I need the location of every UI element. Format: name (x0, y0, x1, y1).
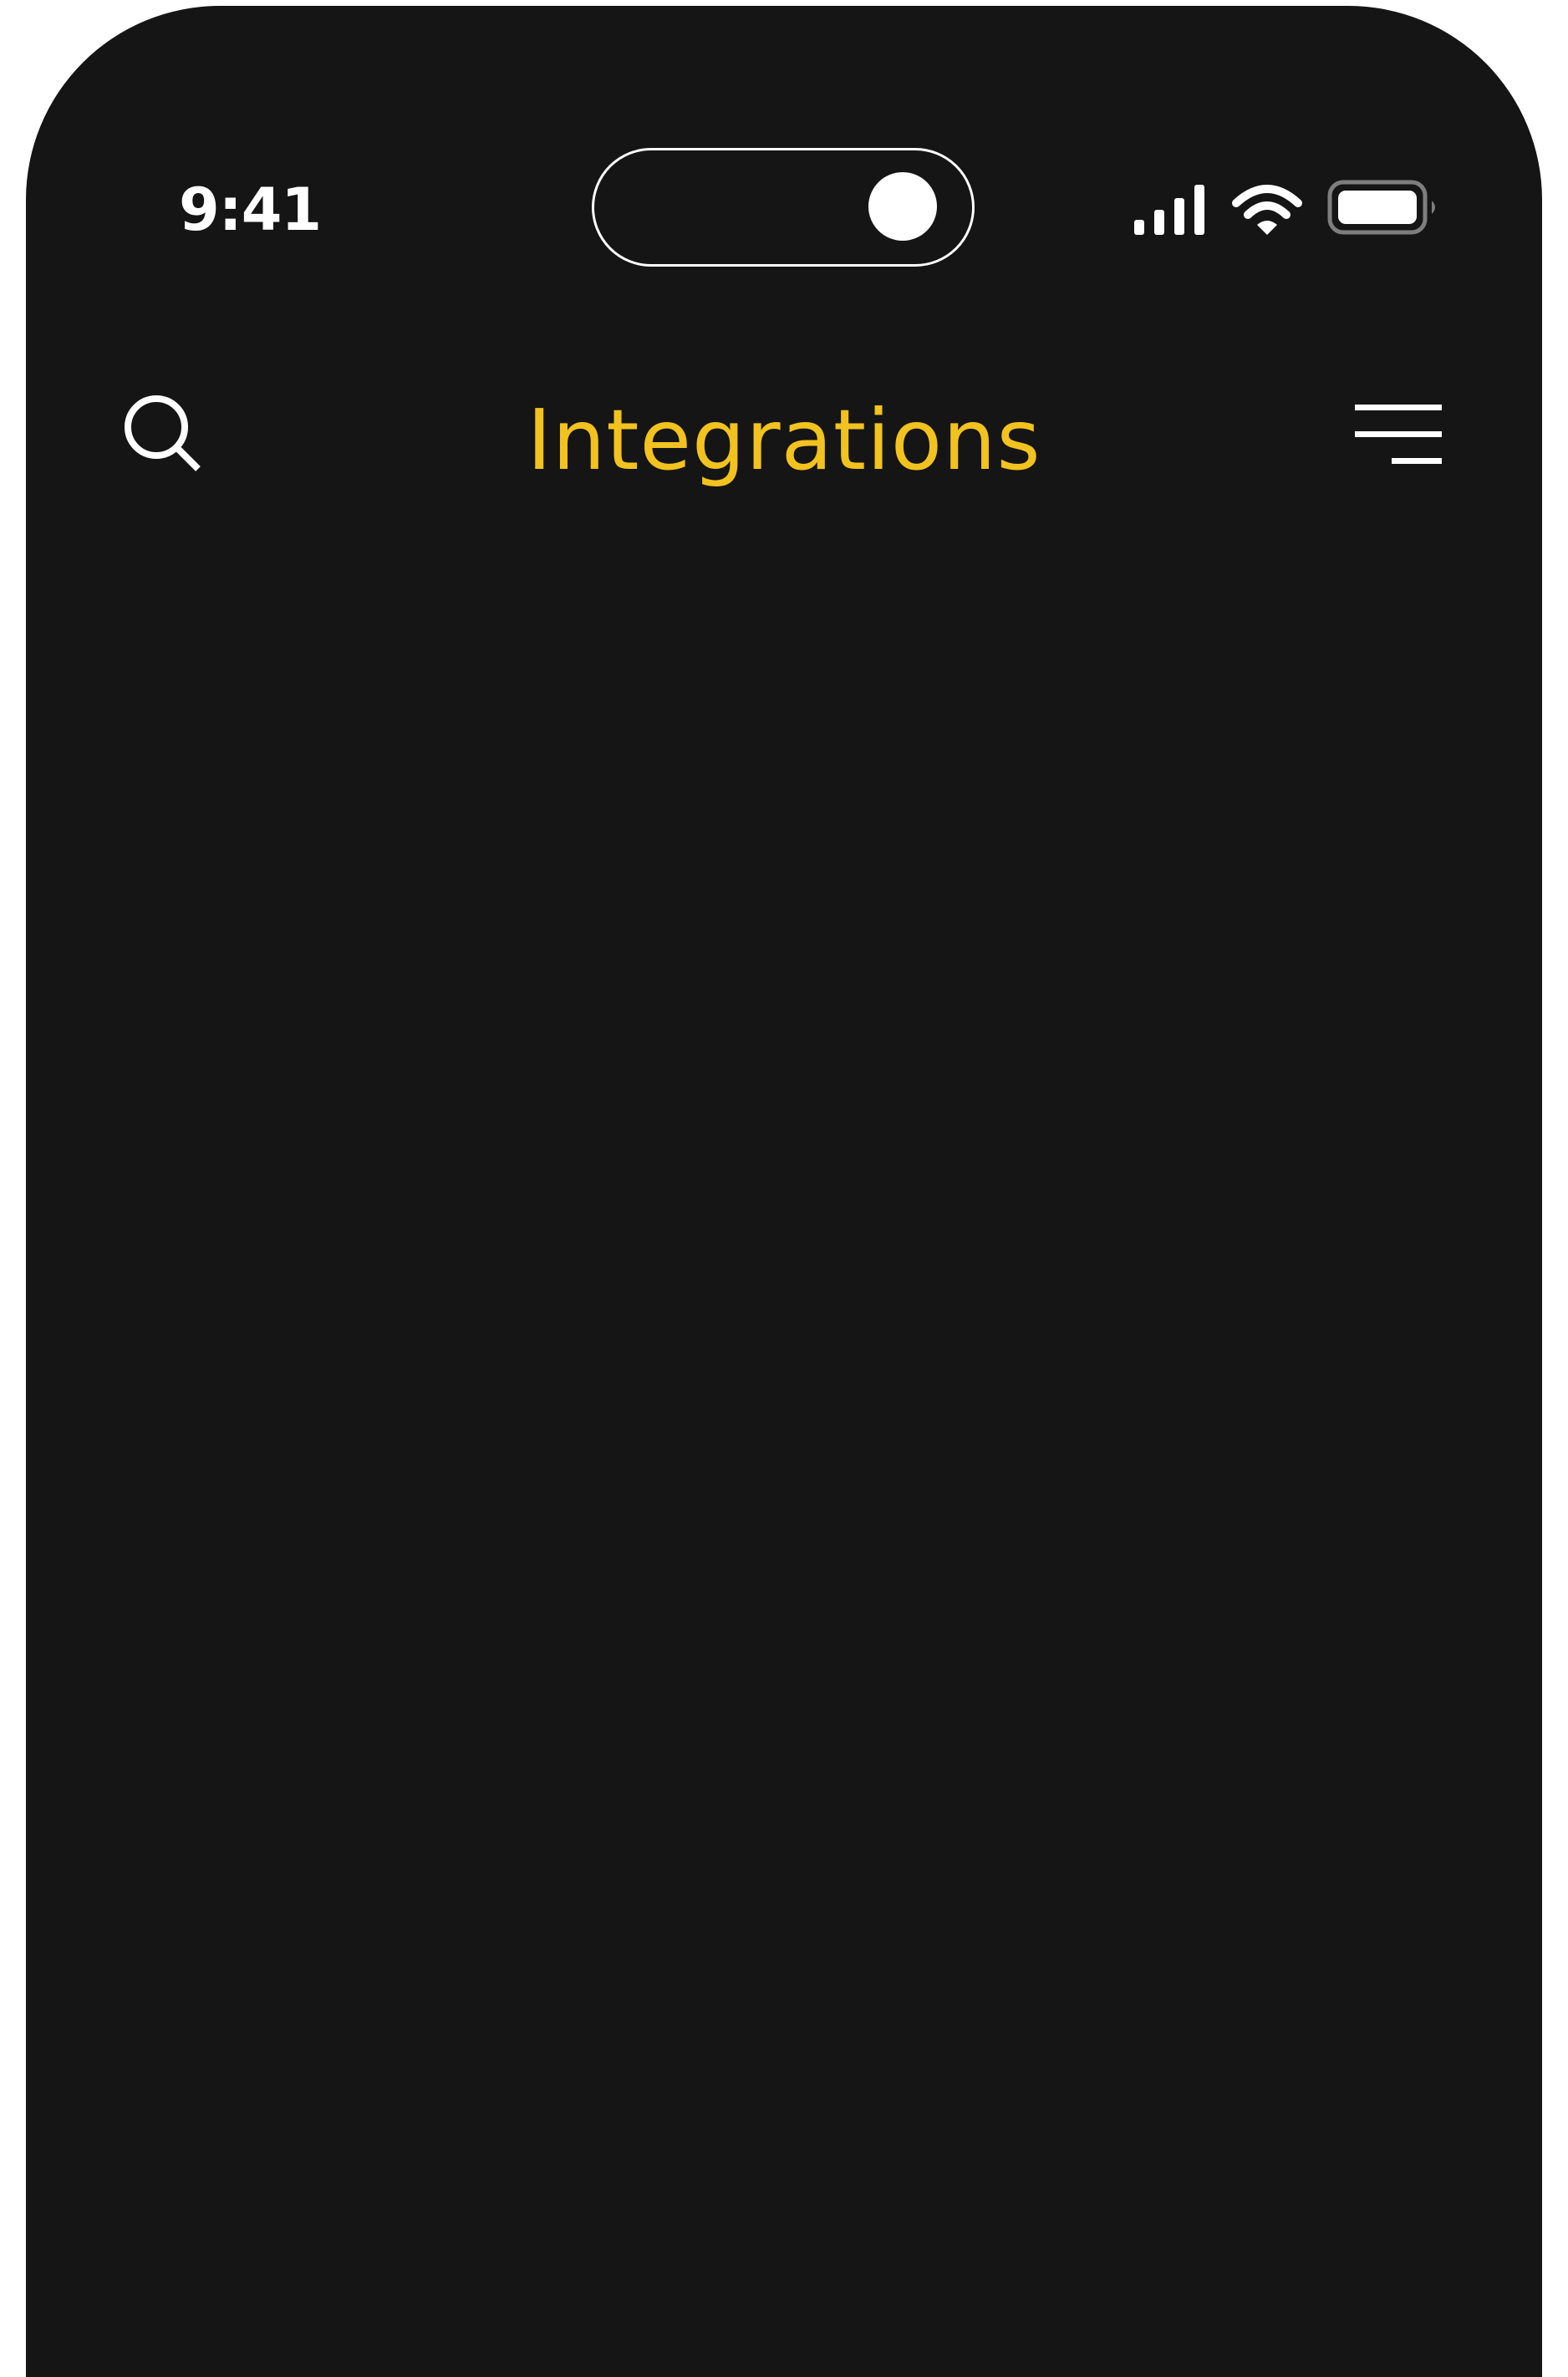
menu-icon[interactable] (1355, 401, 1442, 468)
camera-dot-icon (868, 172, 937, 241)
top-navigation-bar: Integrations (26, 365, 1542, 516)
status-bar: 9:41 (26, 6, 1542, 282)
phone-screen: 9:41 Integrations (26, 6, 1542, 2377)
wifi-icon (1232, 185, 1302, 235)
status-time: 9:41 (179, 176, 322, 244)
cellular-signal-icon (1134, 185, 1204, 235)
battery-icon (1327, 180, 1435, 235)
page-title: Integrations (527, 391, 1041, 489)
dynamic-island (592, 148, 975, 267)
